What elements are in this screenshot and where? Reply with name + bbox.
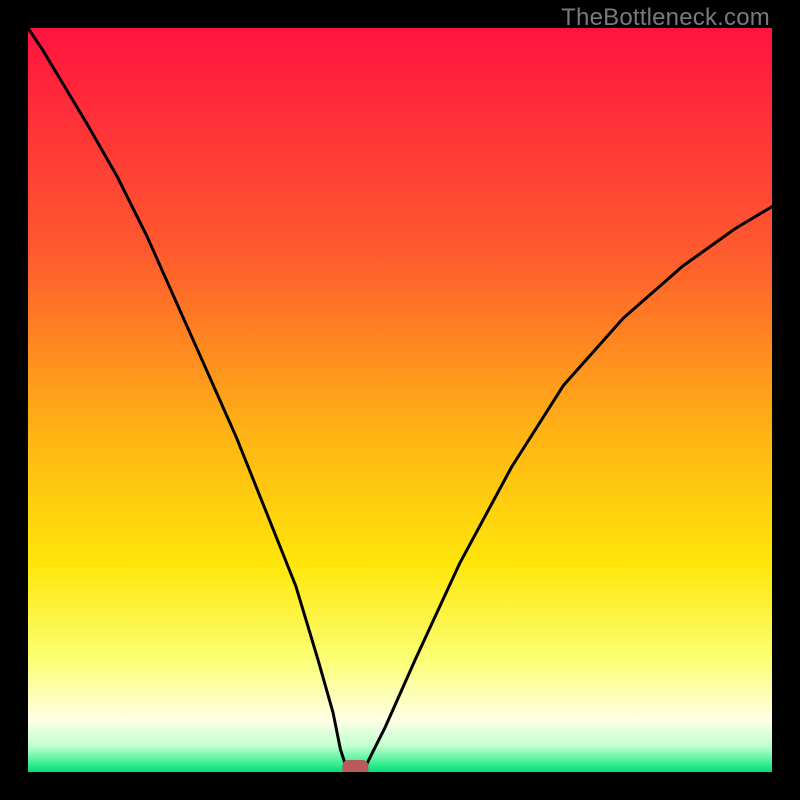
optimal-marker [342,760,368,772]
plot-area [28,28,772,772]
bottleneck-chart [28,28,772,772]
chart-frame: TheBottleneck.com [0,0,800,800]
gradient-background [28,28,772,772]
